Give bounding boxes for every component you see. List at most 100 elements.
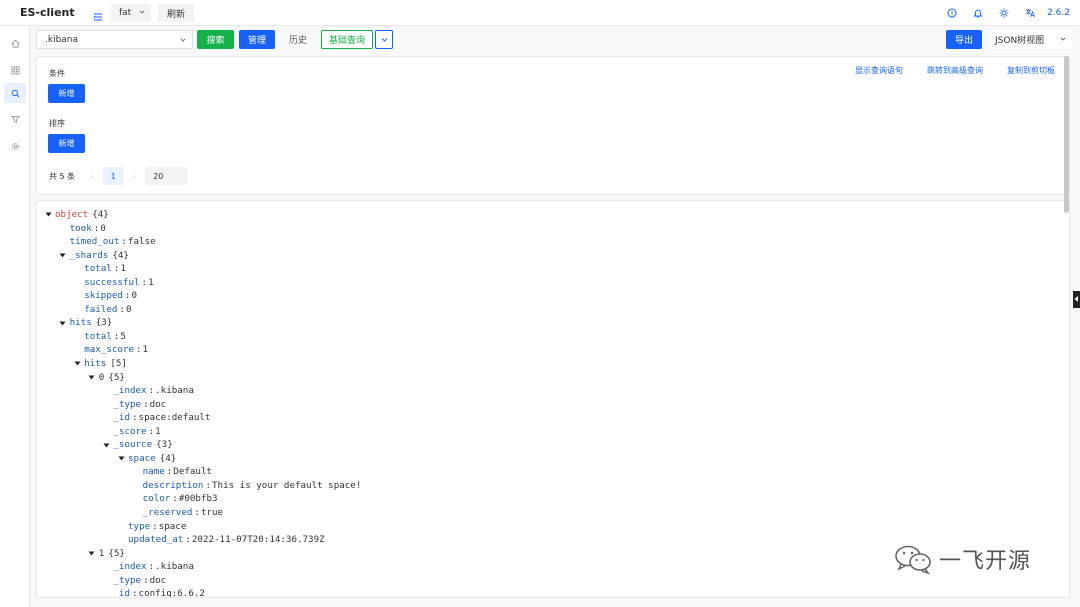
json-tree-row[interactable]: _source {3} bbox=[37, 438, 361, 452]
json-colon: : bbox=[132, 412, 138, 424]
page-size-input[interactable]: 20 bbox=[145, 167, 188, 185]
json-value: space:default bbox=[138, 412, 211, 424]
basic-query-button[interactable]: 基础查询 bbox=[321, 30, 373, 49]
json-tree-row: description: This is your default space! bbox=[37, 479, 362, 493]
search-button[interactable]: 搜索 bbox=[197, 30, 234, 49]
add-sort-button[interactable]: 新增 bbox=[48, 134, 85, 153]
collapse-panel-handle[interactable] bbox=[1073, 291, 1080, 308]
json-key: max_score bbox=[84, 344, 134, 356]
info-icon[interactable] bbox=[939, 6, 965, 20]
json-key: description bbox=[142, 479, 204, 491]
json-tree-row[interactable]: hits [5] bbox=[37, 357, 361, 371]
top-bar: ES-client fat 刷新 2.6.2 bbox=[0, 0, 1080, 26]
grid-icon bbox=[11, 66, 19, 74]
query-mode-dropdown[interactable] bbox=[375, 30, 393, 49]
menu-toggle-icon[interactable] bbox=[93, 7, 103, 21]
json-value: Default bbox=[173, 466, 213, 478]
json-value: config:6.6.2 bbox=[138, 588, 205, 598]
json-value: false bbox=[127, 236, 156, 248]
caret-down-icon[interactable] bbox=[102, 441, 110, 449]
copy-to-clipboard-link[interactable]: 复制到剪切板 bbox=[1007, 65, 1055, 76]
export-button[interactable]: 导出 bbox=[946, 30, 982, 49]
sidebar-item-search[interactable] bbox=[4, 83, 26, 103]
sidebar-item-filter[interactable] bbox=[4, 109, 26, 129]
caret-down-icon[interactable] bbox=[44, 211, 52, 219]
theme-sun-icon[interactable] bbox=[991, 6, 1017, 20]
json-key: _type bbox=[113, 398, 142, 410]
json-key: took bbox=[69, 222, 92, 234]
environment-value: fat bbox=[119, 8, 132, 18]
add-condition-button[interactable]: 新增 bbox=[48, 84, 85, 103]
json-tree-row: name: Default bbox=[37, 465, 361, 479]
json-key: _index bbox=[113, 561, 147, 573]
condition-label: 条件 bbox=[49, 69, 65, 78]
history-button[interactable]: 历史 bbox=[280, 30, 316, 49]
json-colon: : bbox=[141, 276, 148, 288]
json-tree-row[interactable]: object {4} bbox=[37, 208, 361, 222]
prev-page-button[interactable]: ‹ bbox=[85, 172, 99, 181]
header-actions: 2.6.2 bbox=[939, 6, 1070, 20]
json-count: {5} bbox=[108, 371, 125, 383]
caret-down-icon[interactable] bbox=[88, 549, 96, 557]
version-label[interactable]: 2.6.2 bbox=[1047, 8, 1070, 18]
json-count: {3} bbox=[156, 439, 173, 451]
json-key: _id bbox=[113, 588, 130, 598]
view-mode-select[interactable]: JSON树视图 bbox=[988, 30, 1072, 49]
caret-down-icon[interactable] bbox=[59, 319, 67, 327]
translate-icon[interactable] bbox=[1017, 6, 1043, 20]
json-key: total bbox=[84, 330, 112, 342]
json-key: updated_at bbox=[128, 534, 184, 546]
environment-select[interactable]: fat bbox=[111, 4, 151, 22]
caret-down-icon[interactable] bbox=[73, 360, 81, 368]
json-colon: : bbox=[152, 520, 158, 532]
chevron-down-icon bbox=[180, 38, 186, 42]
bell-icon[interactable] bbox=[965, 6, 991, 20]
json-tree-row[interactable]: space {4} bbox=[37, 452, 361, 466]
json-colon: : bbox=[113, 330, 120, 342]
sidebar-item-home[interactable] bbox=[4, 33, 26, 53]
json-tree-row[interactable]: 0 {5} bbox=[37, 371, 361, 385]
caret-down-icon[interactable] bbox=[88, 373, 96, 381]
json-key: _shards bbox=[69, 249, 109, 261]
json-tree-row: max_score:1 bbox=[37, 343, 361, 357]
json-count: {3} bbox=[95, 317, 113, 329]
show-query-link[interactable]: 显示查询语句 bbox=[855, 65, 903, 76]
json-tree-row: successful:1 bbox=[37, 276, 361, 290]
json-tree-row: _index: .kibana bbox=[37, 384, 361, 398]
json-tree-row[interactable]: 1 {5} bbox=[37, 547, 361, 561]
next-page-button[interactable]: › bbox=[127, 172, 141, 181]
json-colon: : bbox=[205, 479, 211, 491]
json-value: doc bbox=[149, 398, 167, 410]
current-page[interactable]: 1 bbox=[103, 167, 124, 185]
json-tree-panel: object {4} took:0 timed_out: false _shards {4}… bbox=[36, 200, 1070, 598]
json-tree-row: _type: doc bbox=[37, 398, 361, 412]
json-value: .kibana bbox=[155, 385, 194, 397]
json-tree-row: _id: space:default bbox=[37, 411, 361, 425]
watermark-text: 一飞开源 bbox=[939, 549, 1032, 574]
json-value: 0 bbox=[131, 290, 138, 302]
refresh-button[interactable]: 刷新 bbox=[158, 4, 194, 22]
json-key: _score bbox=[113, 425, 147, 437]
manage-button[interactable]: 管理 bbox=[239, 30, 275, 49]
caret-down-icon[interactable] bbox=[59, 251, 67, 259]
view-mode-value: JSON树视图 bbox=[995, 36, 1045, 46]
goto-advanced-query-link[interactable]: 跳转到高级查询 bbox=[927, 65, 983, 76]
vertical-scrollbar[interactable] bbox=[1064, 56, 1069, 213]
json-tree-row[interactable]: _shards {4} bbox=[37, 249, 361, 263]
json-value: 1 bbox=[155, 425, 161, 437]
json-key: space bbox=[128, 452, 156, 464]
json-tree-row: updated_at:2022-11-07T20:14:36.739Z bbox=[37, 533, 361, 547]
json-colon: : bbox=[132, 588, 138, 598]
home-icon bbox=[11, 39, 19, 48]
query-links: 显示查询语句 跳转到高级查询 复制到剪切板 bbox=[855, 65, 1055, 76]
gear-icon bbox=[11, 142, 19, 150]
json-value: 1 bbox=[120, 263, 126, 275]
sidebar-item-dashboard[interactable] bbox=[4, 60, 26, 80]
json-colon: : bbox=[135, 344, 142, 356]
sidebar-item-settings[interactable] bbox=[4, 136, 26, 156]
json-tree-row[interactable]: hits {3} bbox=[37, 316, 361, 330]
json-colon: : bbox=[143, 398, 149, 410]
caret-down-icon[interactable] bbox=[117, 455, 125, 463]
index-select[interactable]: .kibana bbox=[36, 30, 193, 49]
json-tree-row: took:0 bbox=[37, 222, 361, 236]
